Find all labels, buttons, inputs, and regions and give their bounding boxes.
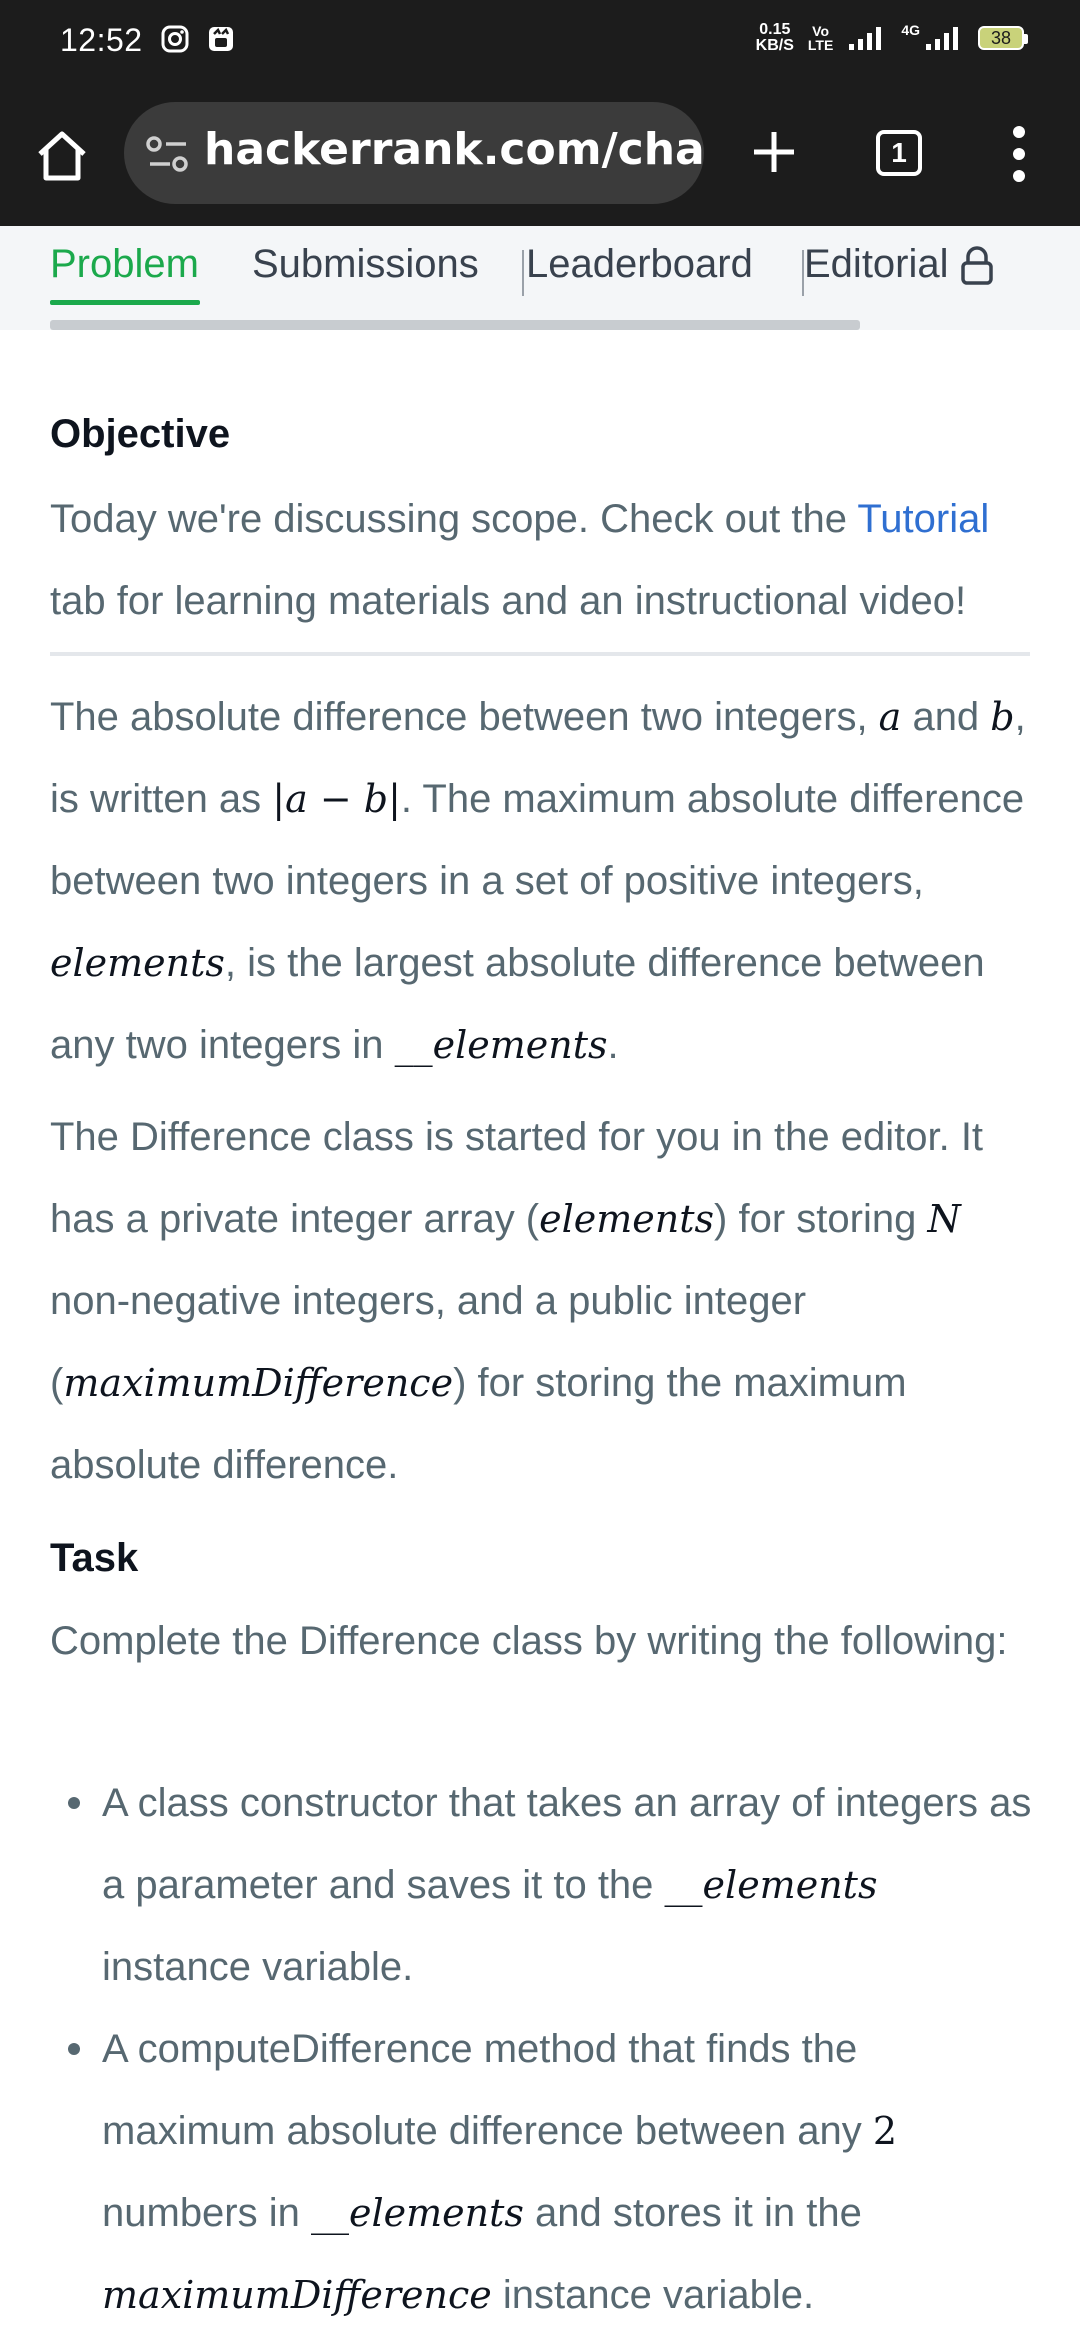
- math-var-maximum-difference: maximumDifference: [63, 1361, 454, 1405]
- net-speed-unit: KB/S: [755, 37, 794, 54]
- objective-text-1: Today we're discussing scope. Check out …: [50, 497, 858, 541]
- tab-leaderboard[interactable]: Leaderboard: [526, 242, 753, 287]
- volte-bottom: LTE: [807, 37, 834, 53]
- math-var-maximum-difference: maximumDifference: [102, 2273, 492, 2317]
- bullet2-text-a: A computeDifference method that finds th…: [102, 2027, 873, 2153]
- new-tab-button[interactable]: [744, 122, 804, 182]
- more-options-icon[interactable]: [1004, 122, 1034, 186]
- list-item: A computeDifference method that finds th…: [50, 2008, 1035, 2336]
- math-var-u-elements: __elements: [394, 1023, 608, 1067]
- tutorial-link[interactable]: Tutorial: [857, 497, 989, 541]
- signal-4g-icon: [926, 27, 958, 50]
- math-var-elements: elements: [50, 941, 225, 985]
- browser-toolbar: hackerrank.com/challenges 1: [0, 82, 1080, 226]
- network-type: 4G: [901, 22, 920, 38]
- math-var-a: a: [878, 695, 902, 739]
- notification-icons: [160, 24, 236, 54]
- objective-text-2: tab for learning materials and an instru…: [50, 579, 967, 623]
- battery-icon: 38: [978, 26, 1028, 50]
- status-bar: 12:52 0.15 KB/S Vo LTE 4G 38: [0, 0, 1080, 82]
- p2-text-b: ) for storing: [714, 1197, 928, 1241]
- volte-indicator: Vo LTE: [808, 24, 833, 52]
- tab-scrollbar[interactable]: [50, 320, 860, 330]
- math-abs-expr: |a − b|: [272, 777, 401, 821]
- active-tab-indicator: [50, 300, 200, 305]
- lock-icon: [960, 246, 993, 286]
- tab-switcher-button[interactable]: 1: [876, 130, 922, 176]
- status-right-icons: 0.15 KB/S Vo LTE 4G 38: [756, 22, 1028, 54]
- volte-top: Vo: [812, 23, 830, 39]
- app-notification-icon: [209, 27, 233, 51]
- tab-submissions[interactable]: Submissions: [252, 242, 479, 287]
- bullet1-text-b: instance variable.: [102, 1945, 414, 1989]
- home-icon[interactable]: [30, 124, 94, 188]
- instagram-icon: [161, 25, 189, 53]
- battery-level: 38: [990, 27, 1012, 48]
- section-divider: [50, 652, 1030, 656]
- math-var-u-elements: __elements: [310, 2191, 524, 2235]
- url-text[interactable]: hackerrank.com/challenges: [204, 124, 704, 175]
- objective-text: Today we're discussing scope. Check out …: [50, 478, 1035, 642]
- address-bar[interactable]: hackerrank.com/challenges: [124, 102, 704, 204]
- bullet2-text-c: and stores it in the: [523, 2191, 862, 2235]
- paragraph-absolute-difference: The absolute difference between two inte…: [50, 676, 1035, 1086]
- plus-icon: [754, 132, 794, 172]
- net-speed-value: 0.15: [759, 21, 791, 38]
- math-var-n: N: [927, 1197, 961, 1241]
- site-settings-icon[interactable]: [144, 132, 192, 176]
- task-heading: Task: [50, 1536, 139, 1580]
- p1-and: and: [901, 695, 991, 739]
- math-var-u-elements: __elements: [664, 1863, 878, 1907]
- bullet1-text-a: A class constructor that takes an array …: [102, 1781, 1032, 1907]
- list-item: A class constructor that takes an array …: [50, 1762, 1035, 2008]
- status-time: 12:52: [60, 22, 143, 58]
- task-list: A class constructor that takes an array …: [50, 1762, 1035, 2336]
- tab-problem[interactable]: Problem: [50, 242, 199, 287]
- math-var-elements-2: elements: [539, 1197, 715, 1241]
- p1-text-e: .: [607, 1023, 619, 1067]
- bullet2-text-d: instance variable.: [491, 2273, 815, 2317]
- tab-editorial[interactable]: Editorial: [804, 242, 995, 287]
- p1-text-a: The absolute difference between two inte…: [50, 695, 879, 739]
- signal-icon: [849, 27, 882, 50]
- math-var-b: b: [990, 695, 1015, 739]
- problem-tabs: Problem Submissions Leaderboard Editoria…: [0, 226, 1080, 330]
- task-intro: Complete the Difference class by writing…: [50, 1619, 1008, 1663]
- bullet2-text-b: numbers in: [102, 2191, 311, 2235]
- tab-editorial-label: Editorial: [804, 242, 949, 286]
- math-number-2: 2: [872, 2109, 897, 2153]
- tab-divider: [522, 250, 524, 296]
- paragraph-difference-class: The Difference class is started for you …: [50, 1096, 1035, 1506]
- objective-heading: Objective: [50, 412, 231, 456]
- network-speed: 0.15 KB/S: [756, 22, 794, 54]
